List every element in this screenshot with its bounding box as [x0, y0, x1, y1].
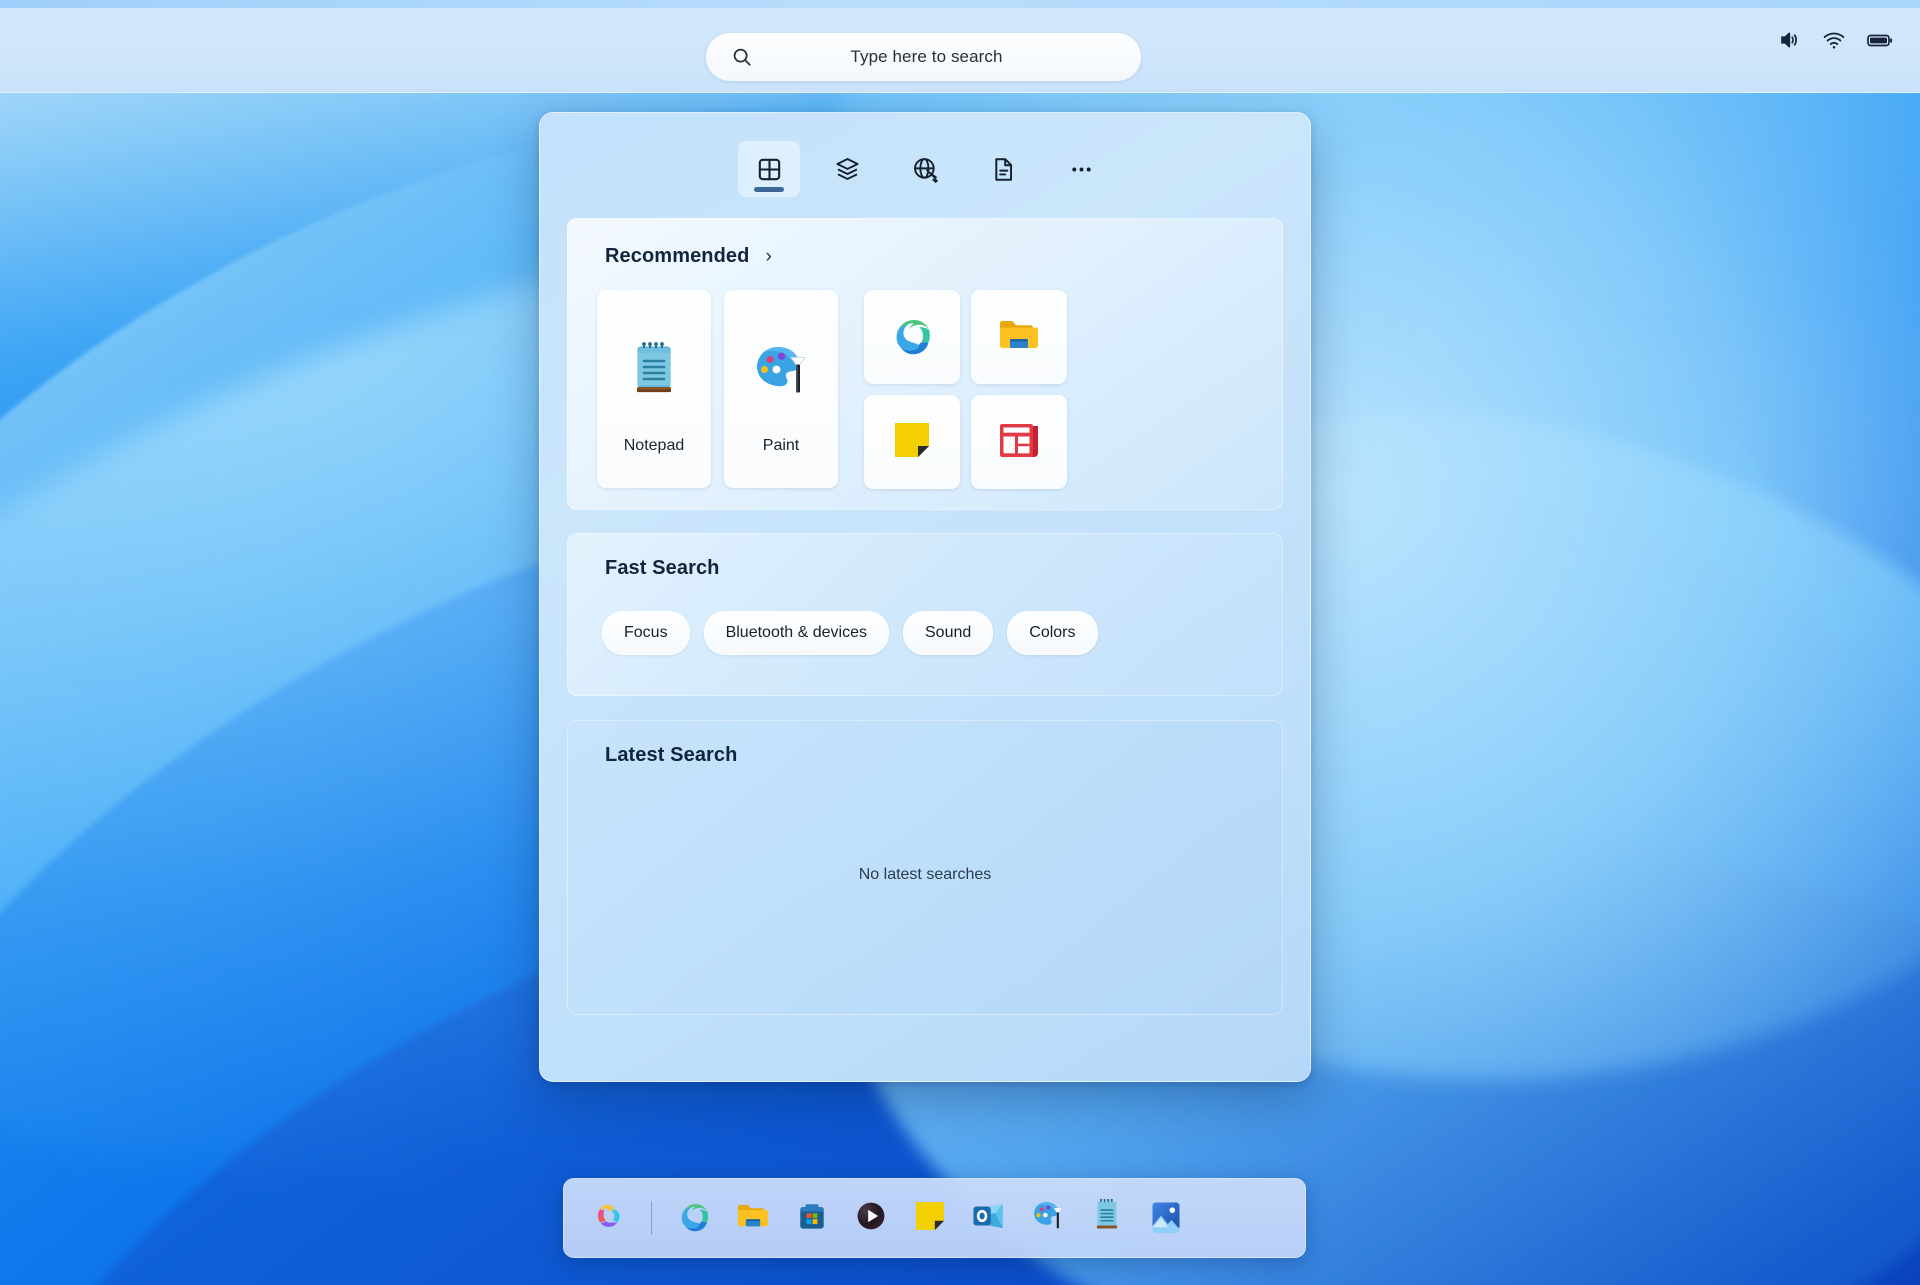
recommended-title: Recommended	[605, 245, 749, 268]
wifi-icon[interactable]	[1822, 28, 1846, 52]
news-icon	[996, 418, 1042, 467]
latest-search-empty-message: No latest searches	[567, 866, 1283, 884]
recommended-small-tiles	[864, 290, 1067, 489]
fast-search-chips: Focus Bluetooth & devices Sound Colors	[602, 611, 1098, 655]
recommended-tile-edge[interactable]	[864, 290, 960, 384]
recommended-tile-news[interactable]	[971, 395, 1067, 489]
recommended-tile-file-explorer[interactable]	[971, 290, 1067, 384]
edge-icon	[675, 1197, 713, 1240]
tab-documents[interactable]	[972, 141, 1034, 197]
search-panel: Recommended ›	[539, 112, 1311, 1082]
tab-more[interactable]	[1050, 141, 1112, 197]
taskbar	[563, 1178, 1306, 1258]
search-placeholder: Type here to search	[764, 47, 1141, 67]
fast-search-title: Fast Search	[605, 557, 720, 580]
folder-icon	[995, 311, 1043, 364]
latest-search-section: Latest Search No latest searches	[567, 720, 1283, 1015]
notepad-icon	[626, 323, 682, 419]
media-player-icon	[852, 1197, 890, 1240]
topbar-accent-strip	[0, 0, 1920, 8]
fast-search-chip-focus[interactable]: Focus	[602, 611, 690, 655]
fast-search-chip-colors[interactable]: Colors	[1007, 611, 1097, 655]
taskbar-item-paint[interactable]	[1025, 1195, 1071, 1241]
volume-icon[interactable]	[1778, 28, 1802, 52]
recommended-title-row[interactable]: Recommended ›	[605, 245, 772, 268]
taskbar-separator	[651, 1201, 652, 1235]
fast-search-section: Fast Search Focus Bluetooth & devices So…	[567, 533, 1283, 696]
recommended-tile-paint[interactable]: Paint	[724, 290, 838, 488]
copilot-icon	[591, 1198, 627, 1239]
taskbar-item-media-player[interactable]	[848, 1195, 894, 1241]
search-category-tabs	[540, 133, 1310, 205]
battery-icon[interactable]	[1866, 28, 1894, 52]
tab-all[interactable]	[738, 141, 800, 197]
recommended-tile-notepad[interactable]: Notepad	[597, 290, 711, 488]
recommended-tile-label: Paint	[763, 437, 799, 455]
recommended-section: Recommended ›	[567, 218, 1283, 510]
fast-search-chip-sound[interactable]: Sound	[903, 611, 993, 655]
recommended-tiles: Notepad	[597, 290, 1067, 489]
taskbar-item-file-explorer[interactable]	[730, 1195, 776, 1241]
photos-icon	[1148, 1198, 1184, 1239]
taskbar-item-notepad[interactable]	[1084, 1195, 1130, 1241]
sticky-notes-icon	[912, 1198, 948, 1239]
recommended-tile-sticky-notes[interactable]	[864, 395, 960, 489]
notepad-icon	[1090, 1197, 1124, 1240]
taskbar-item-microsoft-store[interactable]	[789, 1195, 835, 1241]
outlook-icon	[970, 1197, 1008, 1240]
paint-icon	[1029, 1197, 1067, 1240]
taskbar-item-edge[interactable]	[671, 1195, 717, 1241]
recommended-tile-label: Notepad	[624, 437, 685, 455]
taskbar-item-photos[interactable]	[1143, 1195, 1189, 1241]
taskbar-item-copilot[interactable]	[586, 1195, 632, 1241]
top-search-bar: Type here to search	[0, 0, 1920, 93]
latest-search-title: Latest Search	[605, 744, 737, 767]
chevron-right-icon[interactable]: ›	[765, 246, 771, 268]
paint-icon	[748, 323, 814, 419]
edge-icon	[888, 311, 936, 364]
store-icon	[794, 1198, 830, 1239]
system-tray	[1778, 28, 1894, 52]
folder-icon	[734, 1197, 772, 1240]
search-icon	[720, 46, 764, 68]
sticky-notes-icon	[890, 418, 934, 467]
tab-active-indicator	[754, 187, 784, 192]
search-input[interactable]: Type here to search	[706, 33, 1141, 81]
taskbar-item-sticky-notes[interactable]	[907, 1195, 953, 1241]
taskbar-item-outlook[interactable]	[966, 1195, 1012, 1241]
tab-web[interactable]	[894, 141, 956, 197]
desktop-screen: Type here to search	[0, 0, 1920, 1285]
fast-search-chip-bluetooth-devices[interactable]: Bluetooth & devices	[704, 611, 889, 655]
tab-apps[interactable]	[816, 141, 878, 197]
